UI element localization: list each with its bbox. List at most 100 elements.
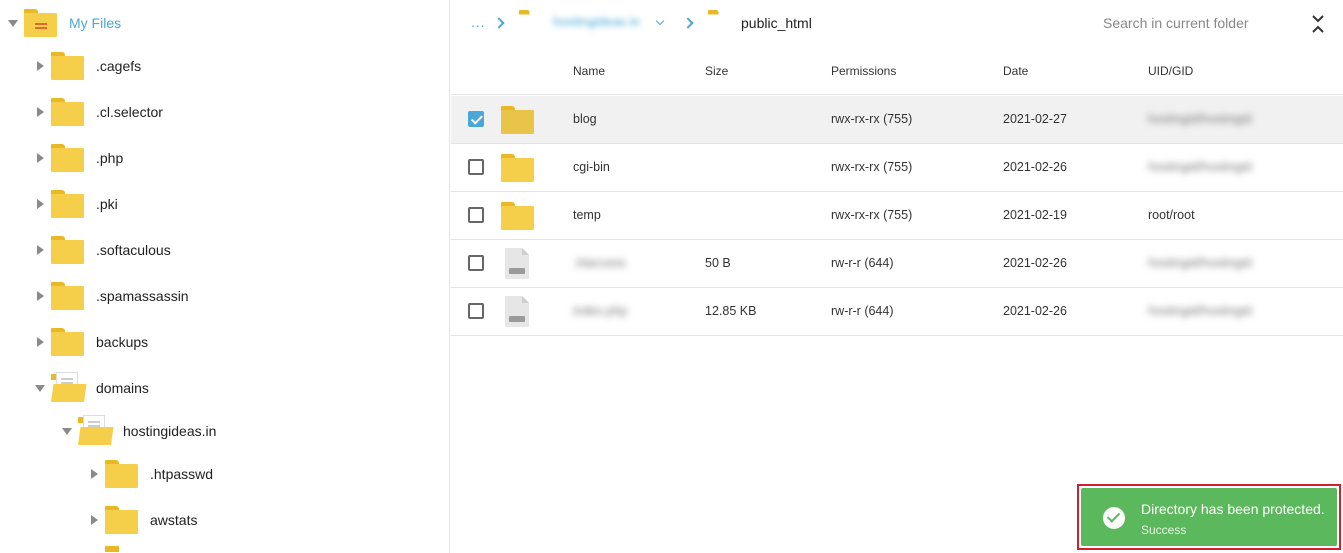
breadcrumb-ellipsis[interactable]: ...: [471, 14, 486, 30]
toast-subtitle: Success: [1141, 523, 1187, 537]
caret-right-icon[interactable]: [33, 59, 47, 73]
chevron-right-icon: [682, 17, 694, 29]
collapse-icon[interactable]: [1310, 14, 1326, 34]
caret-right-icon[interactable]: [87, 467, 101, 481]
search-input[interactable]: [1103, 8, 1283, 38]
tree-item-label[interactable]: .cagefs: [96, 58, 141, 74]
row-checkbox[interactable]: [468, 159, 484, 175]
column-header-name[interactable]: Name: [573, 64, 605, 78]
tree-item-label[interactable]: .cl.selector: [96, 104, 163, 120]
open-folder-icon: [519, 10, 544, 31]
folder-tree: My Files .cagefs .cl.selector .php .pki …: [0, 0, 450, 553]
open-folder-icon: [78, 415, 114, 445]
file-icon: [505, 296, 529, 327]
tree-item-awstats[interactable]: awstats: [87, 497, 197, 543]
tree-item-hostingideas[interactable]: hostingideas.in: [60, 408, 216, 454]
tree-item-cl-selector[interactable]: .cl.selector: [33, 89, 163, 135]
file-permissions[interactable]: rwx-rx-rx (755): [831, 112, 912, 126]
breadcrumb: ... hostingideas.in public_html: [451, 0, 1343, 48]
file-permissions[interactable]: rwx-rx-rx (755): [831, 208, 912, 222]
tree-root-label[interactable]: My Files: [69, 15, 121, 31]
tree-item-domains[interactable]: domains: [33, 365, 149, 411]
file-name[interactable]: .htaccess: [573, 256, 626, 270]
column-header-uid[interactable]: UID/GID: [1148, 64, 1193, 78]
tree-item-label[interactable]: .php: [96, 150, 123, 166]
file-name[interactable]: temp: [573, 208, 601, 222]
row-checkbox[interactable]: [468, 111, 484, 127]
tree-item-label[interactable]: backups: [96, 334, 148, 350]
file-name[interactable]: index.php: [573, 304, 627, 318]
success-toast[interactable]: Directory has been protected. Success: [1081, 488, 1337, 546]
file-name[interactable]: blog: [573, 112, 597, 126]
tree-item-label[interactable]: .spamassassin: [96, 288, 189, 304]
home-folder-icon: [24, 9, 57, 37]
table-row[interactable]: index.php 12.85 KB rw-r-r (644) 2021-02-…: [451, 288, 1343, 336]
tree-item-backups[interactable]: backups: [33, 319, 148, 365]
table-row[interactable]: blog rwx-rx-rx (755) 2021-02-27 hostingi…: [451, 96, 1343, 144]
caret-right-icon[interactable]: [33, 151, 47, 165]
file-size: 12.85 KB: [705, 304, 757, 318]
caret-right-icon[interactable]: [33, 243, 47, 257]
breadcrumb-domain[interactable]: hostingideas.in: [553, 14, 640, 29]
chevron-down-icon[interactable]: [655, 16, 665, 26]
caret-right-icon[interactable]: [33, 289, 47, 303]
file-permissions[interactable]: rw-r-r (644): [831, 256, 894, 270]
folder-icon: [501, 154, 534, 182]
tree-item-spamassassin[interactable]: .spamassassin: [33, 273, 189, 319]
file-permissions[interactable]: rw-r-r (644): [831, 304, 894, 318]
caret-down-icon[interactable]: [33, 381, 47, 395]
file-permissions[interactable]: rwx-rx-rx (755): [831, 160, 912, 174]
tree-item-label[interactable]: awstats: [150, 512, 197, 528]
table-row[interactable]: temp rwx-rx-rx (755) 2021-02-19 root/roo…: [451, 192, 1343, 240]
chevron-right-icon: [493, 17, 505, 29]
folder-icon: [501, 202, 534, 230]
file-uid: hostingid/hostingid: [1148, 304, 1252, 318]
check-circle-icon: [1103, 507, 1125, 529]
tree-item-pki[interactable]: .pki: [33, 181, 118, 227]
caret-right-icon[interactable]: [33, 197, 47, 211]
row-checkbox[interactable]: [468, 303, 484, 319]
breadcrumb-current: public_html: [741, 15, 812, 31]
tree-item-php[interactable]: .php: [33, 135, 123, 181]
caret-down-icon[interactable]: [60, 424, 74, 438]
folder-icon: [105, 546, 138, 553]
folder-icon: [51, 236, 84, 264]
folder-icon: [501, 106, 534, 134]
toast-highlight: Directory has been protected. Success: [1077, 484, 1341, 550]
tree-item-label[interactable]: hostingideas.in: [123, 423, 216, 439]
row-checkbox[interactable]: [468, 207, 484, 223]
tree-item-label[interactable]: .htpasswd: [150, 466, 213, 482]
column-header-permissions[interactable]: Permissions: [831, 64, 896, 78]
table-row[interactable]: cgi-bin rwx-rx-rx (755) 2021-02-26 hosti…: [451, 144, 1343, 192]
file-uid: root/root: [1148, 208, 1195, 222]
tree-item-cagefs[interactable]: .cagefs: [33, 43, 141, 89]
folder-icon: [51, 52, 84, 80]
file-date: 2021-02-26: [1003, 304, 1067, 318]
file-icon: [505, 248, 529, 279]
file-size: 50 B: [705, 256, 731, 270]
table-row[interactable]: .htaccess 50 B rw-r-r (644) 2021-02-26 h…: [451, 240, 1343, 288]
tree-item-htpasswd[interactable]: .htpasswd: [87, 451, 213, 497]
column-header-size[interactable]: Size: [705, 64, 728, 78]
folder-icon: [51, 328, 84, 356]
toast-title: Directory has been protected.: [1141, 501, 1325, 517]
caret-right-icon[interactable]: [87, 513, 101, 527]
tree-item-label[interactable]: .pki: [96, 196, 118, 212]
file-name[interactable]: cgi-bin: [573, 160, 610, 174]
folder-icon: [51, 98, 84, 126]
caret-down-icon[interactable]: [6, 16, 20, 30]
folder-icon: [51, 282, 84, 310]
folder-icon: [105, 460, 138, 488]
tree-item-label[interactable]: .softaculous: [96, 242, 171, 258]
caret-right-icon[interactable]: [33, 105, 47, 119]
tree-item-label[interactable]: domains: [96, 380, 149, 396]
caret-right-icon[interactable]: [33, 335, 47, 349]
folder-icon: [51, 190, 84, 218]
tree-root-my-files[interactable]: My Files: [6, 0, 121, 46]
file-date: 2021-02-26: [1003, 160, 1067, 174]
file-uid: hostingid/hostingid: [1148, 112, 1252, 126]
column-header-date[interactable]: Date: [1003, 64, 1028, 78]
row-checkbox[interactable]: [468, 255, 484, 271]
tree-item-softaculous[interactable]: .softaculous: [33, 227, 171, 273]
file-date: 2021-02-26: [1003, 256, 1067, 270]
